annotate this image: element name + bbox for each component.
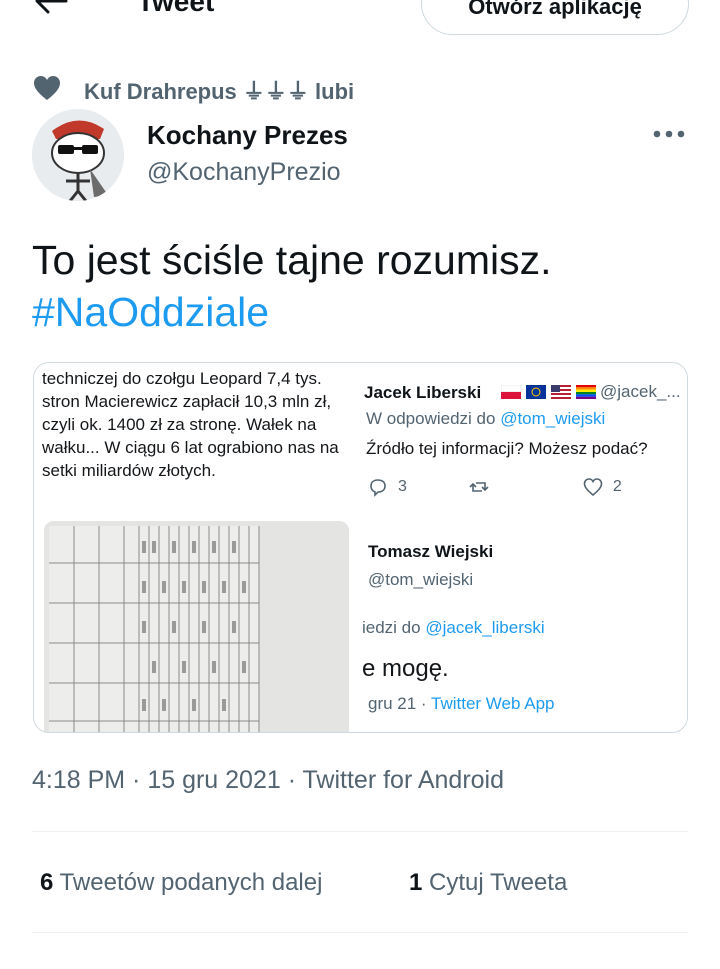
author-handle[interactable]: @KochanyPrezio (147, 158, 341, 187)
back-arrow-icon[interactable] (32, 0, 72, 18)
divider (32, 831, 688, 832)
retweets-count: 6 (40, 869, 54, 896)
author-name[interactable]: Kochany Prezes (147, 120, 348, 151)
embedded-reply1-text: Źródło tej informacji? Możesz podać? (366, 439, 648, 458)
tweet-media[interactable]: techniczej do czołgu Leopard 7,4 tys. st… (33, 362, 688, 733)
embedded-reply2-context: iedzi do @jacek_liberski (362, 618, 545, 638)
hashtag-link[interactable]: #NaOddziale (32, 286, 269, 338)
reply-prefix: W odpowiedzi do (366, 409, 501, 428)
reply-count: 3 (398, 478, 407, 495)
page-title: Tweet (137, 0, 215, 17)
like-count: 2 (612, 478, 622, 495)
embedded-reply2-handle: @tom_wiejski (368, 570, 474, 589)
tweet-timestamp[interactable]: 4:18 PM · 15 gru 2021 · Twitter for Andr… (32, 766, 504, 795)
avatar[interactable] (32, 109, 124, 201)
embedded-reply2-text: e mogę. (362, 655, 449, 682)
retweets-stat[interactable]: 6 Tweetów podanych dalej (40, 869, 322, 897)
reply-mention: @tom_wiejski (500, 409, 606, 428)
more-horizontal-icon[interactable] (651, 127, 687, 141)
tweet-text: To jest ściśle tajne rozumisz. (32, 237, 552, 283)
heart-icon (34, 76, 60, 100)
embedded-reply2-name: Tomasz Wiejski (368, 542, 494, 561)
embedded-reply1-handle: @jacek_... (600, 382, 681, 401)
quotes-label: Cytuj Tweeta (429, 869, 568, 896)
reply-icon (370, 479, 386, 497)
meta-date: gru 21 · (368, 694, 432, 713)
embedded-reply1-context: W odpowiedzi do @tom_wiejski (366, 409, 605, 429)
retweets-label: Tweetów podanych dalej (59, 869, 323, 896)
embedded-reply1-actions: 3 2 (368, 477, 687, 497)
embedded-reply1-name: Jacek Liberski (364, 383, 482, 402)
open-app-button[interactable]: Otwórz aplikację (421, 0, 689, 35)
retweet-icon (469, 482, 489, 492)
embedded-reply2-meta: gru 21 · Twitter Web App (368, 694, 554, 714)
social-context-text[interactable]: Kuf Drahrepus ⏚⏚⏚ lubi (84, 74, 354, 106)
reply-prefix: iedzi do (362, 618, 426, 637)
like-icon (583, 478, 603, 497)
reply-mention: @jacek_liberski (425, 618, 545, 637)
divider (32, 932, 688, 933)
quotes-count: 1 (409, 869, 423, 896)
quotes-stat[interactable]: 1 Cytuj Tweeta (409, 869, 567, 897)
document-photo (44, 521, 349, 732)
media-left-text: techniczej do czołgu Leopard 7,4 tys. st… (42, 369, 339, 480)
meta-app: Twitter Web App (431, 694, 555, 713)
flags-icon (501, 385, 596, 399)
